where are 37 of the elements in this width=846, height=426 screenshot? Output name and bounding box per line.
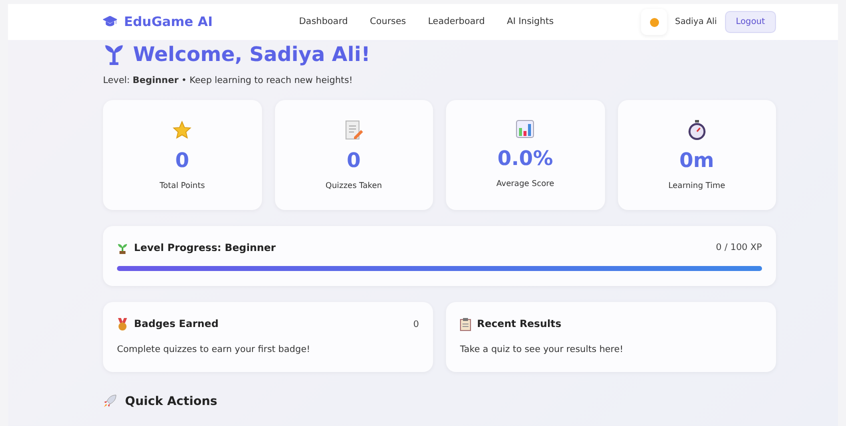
stopwatch-icon [688,120,706,140]
bar-chart-icon [516,120,534,138]
stat-value: 0 [346,148,361,172]
theme-toggle-button[interactable] [641,9,668,35]
clipboard-icon [460,318,471,331]
user-name: Sadiya Ali [675,17,717,27]
nav-link[interactable]: AI Insights [506,17,554,27]
card-title: Recent Results [477,319,562,330]
stat-label: Average Score [496,179,554,188]
xp-reading: 0 / 100 XP [716,243,762,253]
sprout-icon [103,43,125,65]
document-pencil-icon [344,120,363,140]
sun-icon [650,18,659,26]
level-subtitle: Level: Beginner • Keep learning to reach new heights! [103,76,354,86]
card-text: Complete quizzes to earn your first badge! [117,345,312,355]
badge-count: 0 [413,320,419,330]
card-text: Take a quiz to see your results here! [460,345,624,355]
stat-label: Learning Time [668,181,726,190]
logout-button[interactable]: Logout [724,11,776,33]
rocket-icon [103,394,117,408]
stat-value: 0 [175,148,190,172]
sprout-icon [117,242,128,254]
medal-icon [117,318,128,331]
welcome-title: Welcome, Sadiya Ali! [133,42,370,66]
brand-name[interactable]: EduGame AI [124,14,213,30]
section-title: Quick Actions [125,394,218,408]
stat-value: 0.0% [498,146,553,170]
stat-label: Quizzes Taken [326,181,382,190]
nav-link[interactable]: Courses [370,17,406,27]
progress-title: Level Progress: Beginner [134,242,276,254]
card-title: Badges Earned [134,319,218,330]
stat-label: Total Points [160,181,205,190]
star-icon [172,120,192,140]
graduation-cap-icon [103,16,117,28]
nav-link[interactable]: Dashboard [299,17,348,27]
nav-link[interactable]: Leaderboard [428,17,485,27]
stat-value: 0m [679,148,714,172]
